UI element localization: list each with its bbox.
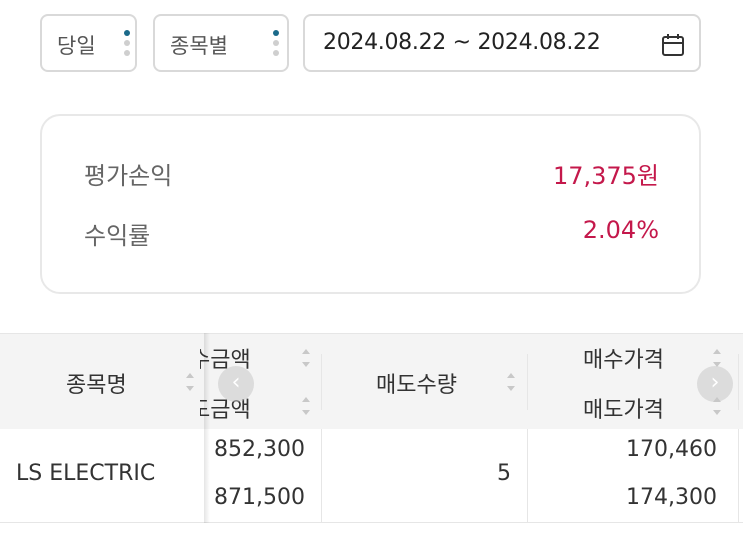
chevron-right-icon[interactable]: › bbox=[697, 366, 733, 402]
column-divider bbox=[527, 354, 528, 410]
sort-icon[interactable] bbox=[507, 373, 515, 391]
date-range-value: 2024.08.22 ~ 2024.08.22 bbox=[323, 30, 601, 55]
row-sell-price: 174,300 bbox=[626, 485, 717, 510]
chevron-left-icon[interactable]: ‹ bbox=[218, 366, 254, 402]
sort-icon[interactable] bbox=[713, 349, 721, 367]
profit-loss-row: 평가손익 17,375원 bbox=[84, 156, 659, 190]
group-select[interactable]: 종목별 bbox=[153, 14, 289, 72]
calendar-icon[interactable] bbox=[661, 33, 685, 57]
table-header: 종목명 수금액 도금액 매도수량 매수가격 매도가격 ‹ › bbox=[0, 333, 743, 429]
sort-icon[interactable] bbox=[302, 397, 310, 415]
return-rate-row: 수익률 2.04% bbox=[84, 216, 659, 250]
group-select-value: 종목별 bbox=[170, 34, 228, 58]
row-buy-price: 170,460 bbox=[626, 437, 717, 462]
header-sell-price[interactable]: 매도가격 bbox=[583, 392, 664, 424]
header-stock-name[interactable]: 종목명 bbox=[66, 367, 127, 399]
sort-icon[interactable] bbox=[186, 373, 194, 391]
profit-loss-value: 17,375원 bbox=[552, 162, 659, 190]
return-rate-label: 수익률 bbox=[84, 222, 151, 250]
column-divider bbox=[321, 354, 322, 410]
column-divider bbox=[321, 429, 322, 523]
row-amount-top: 852,300 bbox=[214, 437, 305, 462]
select-arrows-icon bbox=[273, 28, 279, 58]
header-sell-qty[interactable]: 매도수량 bbox=[376, 367, 457, 399]
column-divider bbox=[738, 354, 739, 410]
trade-table: 종목명 수금액 도금액 매도수량 매수가격 매도가격 ‹ › LS ELECTR… bbox=[0, 333, 743, 540]
period-select[interactable]: 당일 bbox=[40, 14, 137, 72]
frozen-column-shadow bbox=[204, 333, 210, 523]
row-amount-bottom: 871,500 bbox=[214, 485, 305, 510]
column-divider bbox=[527, 429, 528, 523]
period-select-value: 당일 bbox=[57, 34, 96, 58]
profit-loss-label: 평가손익 bbox=[84, 162, 173, 190]
column-divider bbox=[738, 429, 739, 523]
select-arrows-icon bbox=[124, 28, 130, 58]
header-buy-price[interactable]: 매수가격 bbox=[583, 342, 664, 374]
return-rate-value: 2.04% bbox=[582, 216, 659, 244]
summary-card: 평가손익 17,375원 수익률 2.04% bbox=[40, 114, 701, 294]
row-stock-name[interactable]: LS ELECTRIC bbox=[16, 461, 155, 486]
date-range-picker[interactable]: 2024.08.22 ~ 2024.08.22 bbox=[303, 14, 701, 72]
table-row[interactable]: LS ELECTRIC 852,300 871,500 5 170,460 17… bbox=[0, 429, 743, 523]
row-sell-qty: 5 bbox=[497, 461, 511, 486]
sort-icon[interactable] bbox=[302, 349, 310, 367]
